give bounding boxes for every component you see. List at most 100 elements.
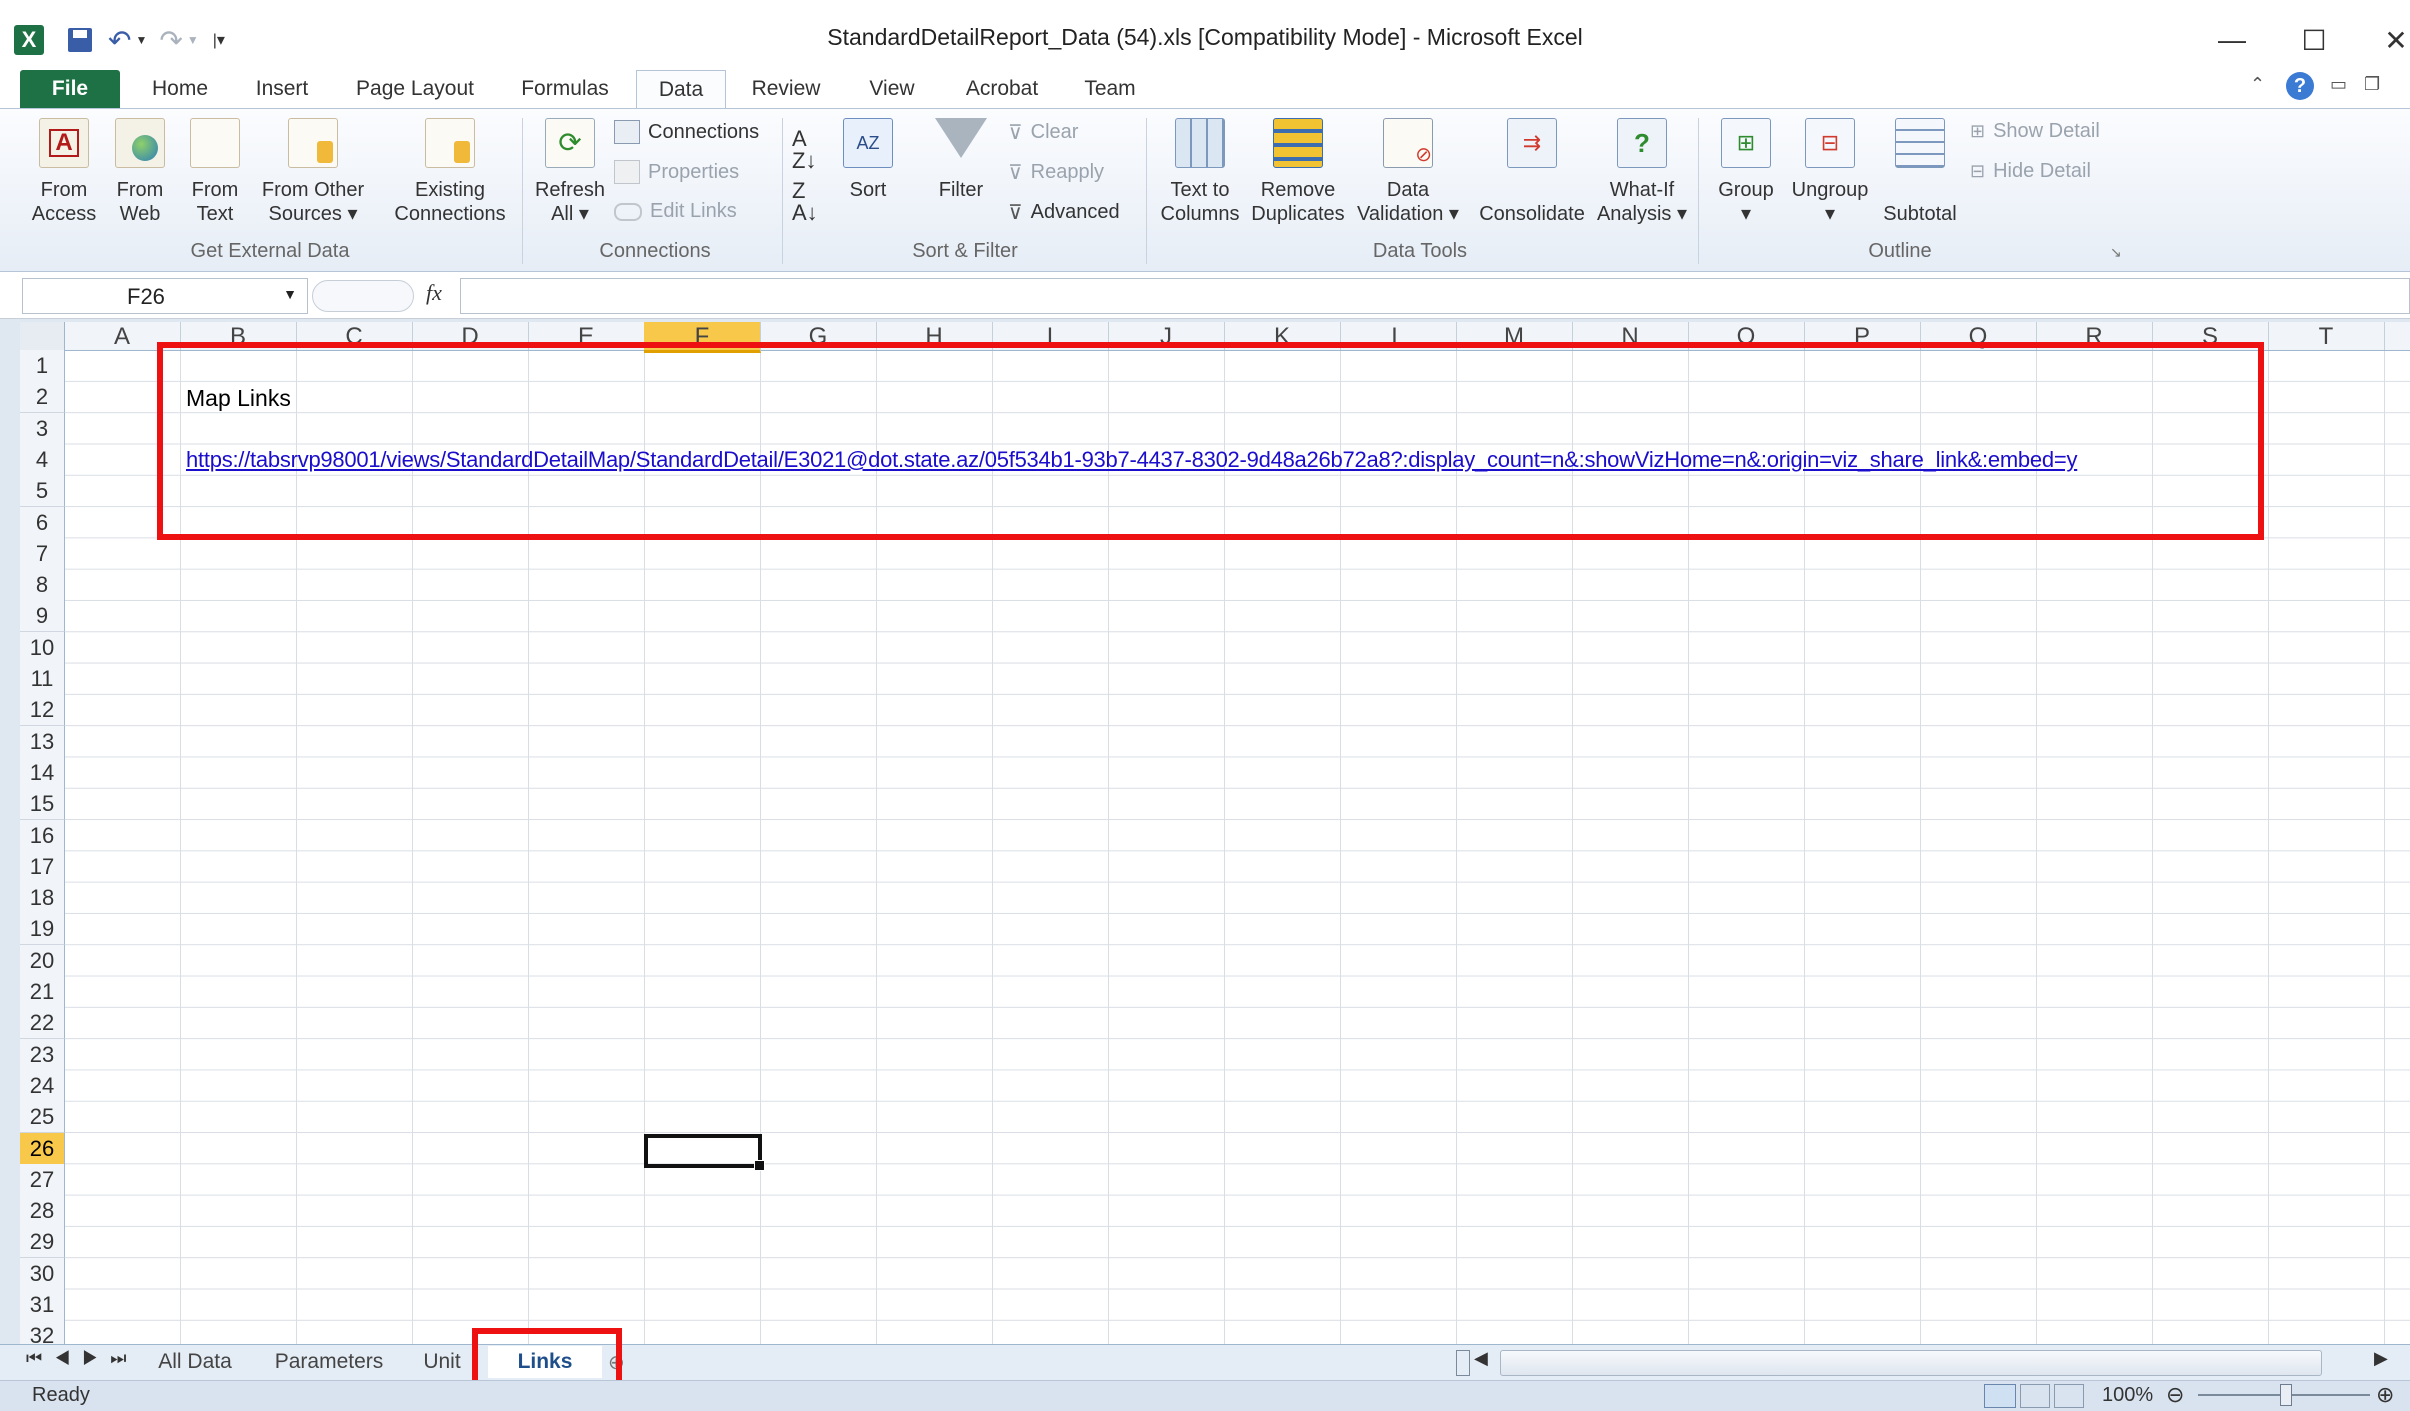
scroll-right-icon[interactable]: ▶ [2374, 1348, 2388, 1369]
row-header-8[interactable]: 8 [20, 569, 65, 602]
sheet-tab-unit[interactable]: Unit [410, 1346, 474, 1378]
show-detail-button[interactable]: ⊞ Show Detail [1970, 120, 2100, 143]
properties-button[interactable]: Properties [614, 160, 739, 184]
row-header-29[interactable]: 29 [20, 1226, 65, 1259]
close-button[interactable]: ✕ [2370, 18, 2410, 62]
page-break-view-icon[interactable] [2054, 1384, 2084, 1408]
row-header-21[interactable]: 21 [20, 976, 65, 1008]
from-access-button[interactable]: A From Access [22, 118, 106, 226]
tab-formulas[interactable]: Formulas [512, 70, 618, 108]
workbook-restore-icon[interactable]: ❐ [2364, 74, 2380, 95]
row-header-6[interactable]: 6 [20, 506, 65, 539]
zoom-in-icon[interactable]: ⊕ [2376, 1382, 2394, 1408]
select-all-corner[interactable] [20, 322, 65, 350]
workbook-minimize-icon[interactable]: ▭ [2330, 74, 2347, 95]
advanced-filter-button[interactable]: ⊽ Advanced [1008, 200, 1120, 225]
column-header-t[interactable]: T [2268, 322, 2385, 350]
what-if-analysis-button[interactable]: ? What-If Analysis ▾ [1592, 118, 1692, 226]
group-button[interactable]: ⊞ Group ▾ [1708, 118, 1784, 226]
row-header-27[interactable]: 27 [20, 1163, 65, 1196]
from-other-sources-button[interactable]: From Other Sources ▾ [254, 118, 372, 226]
customize-qat-icon[interactable]: |▾ [213, 30, 225, 50]
tab-split-handle[interactable] [1456, 1350, 1470, 1376]
row-header-13[interactable]: 13 [20, 725, 65, 758]
selected-cell-f26[interactable] [644, 1134, 765, 1171]
maximize-button[interactable]: ☐ [2288, 18, 2340, 62]
data-validation-button[interactable]: ⊘ Data Validation ▾ [1350, 118, 1466, 226]
row-header-23[interactable]: 23 [20, 1038, 65, 1071]
row-header-30[interactable]: 30 [20, 1257, 65, 1290]
reapply-button[interactable]: ⊽ Reapply [1008, 160, 1104, 185]
save-icon[interactable] [68, 28, 92, 52]
row-header-10[interactable]: 10 [20, 631, 65, 664]
ungroup-button[interactable]: ⊟ Ungroup ▾ [1784, 118, 1876, 226]
row-header-7[interactable]: 7 [20, 537, 65, 570]
sheet-nav-arrows[interactable]: ⏮◀▶⏭ [26, 1348, 139, 1369]
filter-button[interactable]: Filter [924, 118, 998, 202]
collapse-ribbon-icon[interactable]: ⌃ [2250, 74, 2265, 95]
hide-detail-button[interactable]: ⊟ Hide Detail [1970, 160, 2091, 183]
row-header-3[interactable]: 3 [20, 412, 65, 445]
row-header-1[interactable]: 1 [20, 350, 65, 382]
tab-page-layout[interactable]: Page Layout [344, 70, 486, 108]
insert-function-icon[interactable]: fx [426, 280, 442, 306]
undo-icon[interactable]: ↶ [108, 24, 131, 57]
zoom-out-icon[interactable]: ⊖ [2166, 1382, 2184, 1408]
outline-dialog-launcher-icon[interactable]: ↘ [2110, 244, 2122, 261]
consolidate-button[interactable]: ⇉ Consolidate [1470, 118, 1594, 226]
minimize-button[interactable]: — [2206, 18, 2258, 62]
name-box-dropdown-icon[interactable]: ▼ [283, 286, 297, 302]
tab-file[interactable]: File [20, 70, 120, 108]
row-header-25[interactable]: 25 [20, 1101, 65, 1134]
zoom-slider-thumb[interactable] [2280, 1384, 2292, 1406]
row-header-22[interactable]: 22 [20, 1007, 65, 1040]
row-header-26[interactable]: 26 [20, 1132, 65, 1165]
text-to-columns-button[interactable]: Text to Columns [1152, 118, 1248, 226]
from-text-button[interactable]: From Text [178, 118, 252, 226]
fill-handle[interactable] [754, 1160, 765, 1171]
formula-input[interactable] [460, 278, 2410, 314]
name-box[interactable]: F26 ▼ [22, 278, 308, 314]
row-header-17[interactable]: 17 [20, 850, 65, 883]
redo-dropdown-icon[interactable]: ▼ [187, 33, 199, 47]
from-web-button[interactable]: From Web [102, 118, 178, 226]
tab-data[interactable]: Data [636, 70, 726, 109]
row-header-24[interactable]: 24 [20, 1069, 65, 1102]
row-header-5[interactable]: 5 [20, 475, 65, 508]
normal-view-icon[interactable] [1984, 1384, 2016, 1408]
edit-links-button[interactable]: Edit Links [614, 200, 737, 223]
sort-z-to-a-icon[interactable]: Z A↓ [792, 180, 818, 224]
existing-connections-button[interactable]: Existing Connections [388, 118, 512, 226]
row-header-11[interactable]: 11 [20, 663, 65, 695]
row-header-28[interactable]: 28 [20, 1195, 65, 1228]
tab-insert[interactable]: Insert [240, 70, 324, 108]
help-icon[interactable]: ? [2286, 72, 2314, 100]
row-header-16[interactable]: 16 [20, 819, 65, 852]
row-header-15[interactable]: 15 [20, 788, 65, 821]
sheet-tab-parameters[interactable]: Parameters [258, 1346, 400, 1378]
row-header-12[interactable]: 12 [20, 694, 65, 727]
undo-dropdown-icon[interactable]: ▼ [135, 33, 147, 47]
remove-duplicates-button[interactable]: Remove Duplicates [1246, 118, 1350, 226]
tab-team[interactable]: Team [1070, 70, 1150, 108]
row-header-9[interactable]: 9 [20, 600, 65, 633]
clear-filter-button[interactable]: ⊽ Clear [1008, 120, 1078, 145]
row-header-31[interactable]: 31 [20, 1289, 65, 1321]
tab-acrobat[interactable]: Acrobat [954, 70, 1050, 108]
redo-icon[interactable]: ↷ [159, 24, 182, 57]
tab-view[interactable]: View [852, 70, 932, 108]
row-header-14[interactable]: 14 [20, 756, 65, 789]
page-layout-view-icon[interactable] [2020, 1384, 2050, 1408]
zoom-level[interactable]: 100% [2102, 1384, 2153, 1407]
tab-home[interactable]: Home [138, 70, 222, 108]
connections-button[interactable]: Connections [614, 120, 759, 144]
row-header-4[interactable]: 4 [20, 443, 65, 476]
sort-a-to-z-icon[interactable]: A Z↓ [792, 128, 816, 172]
row-header-18[interactable]: 18 [20, 882, 65, 915]
subtotal-button[interactable]: Subtotal [1874, 118, 1966, 226]
row-header-20[interactable]: 20 [20, 944, 65, 977]
row-header-2[interactable]: 2 [20, 381, 65, 414]
horizontal-scrollbar-thumb[interactable] [1500, 1350, 2322, 1376]
sort-button[interactable]: AZ Sort [836, 118, 900, 202]
refresh-all-button[interactable]: ⟳ Refresh All ▾ [528, 118, 612, 226]
